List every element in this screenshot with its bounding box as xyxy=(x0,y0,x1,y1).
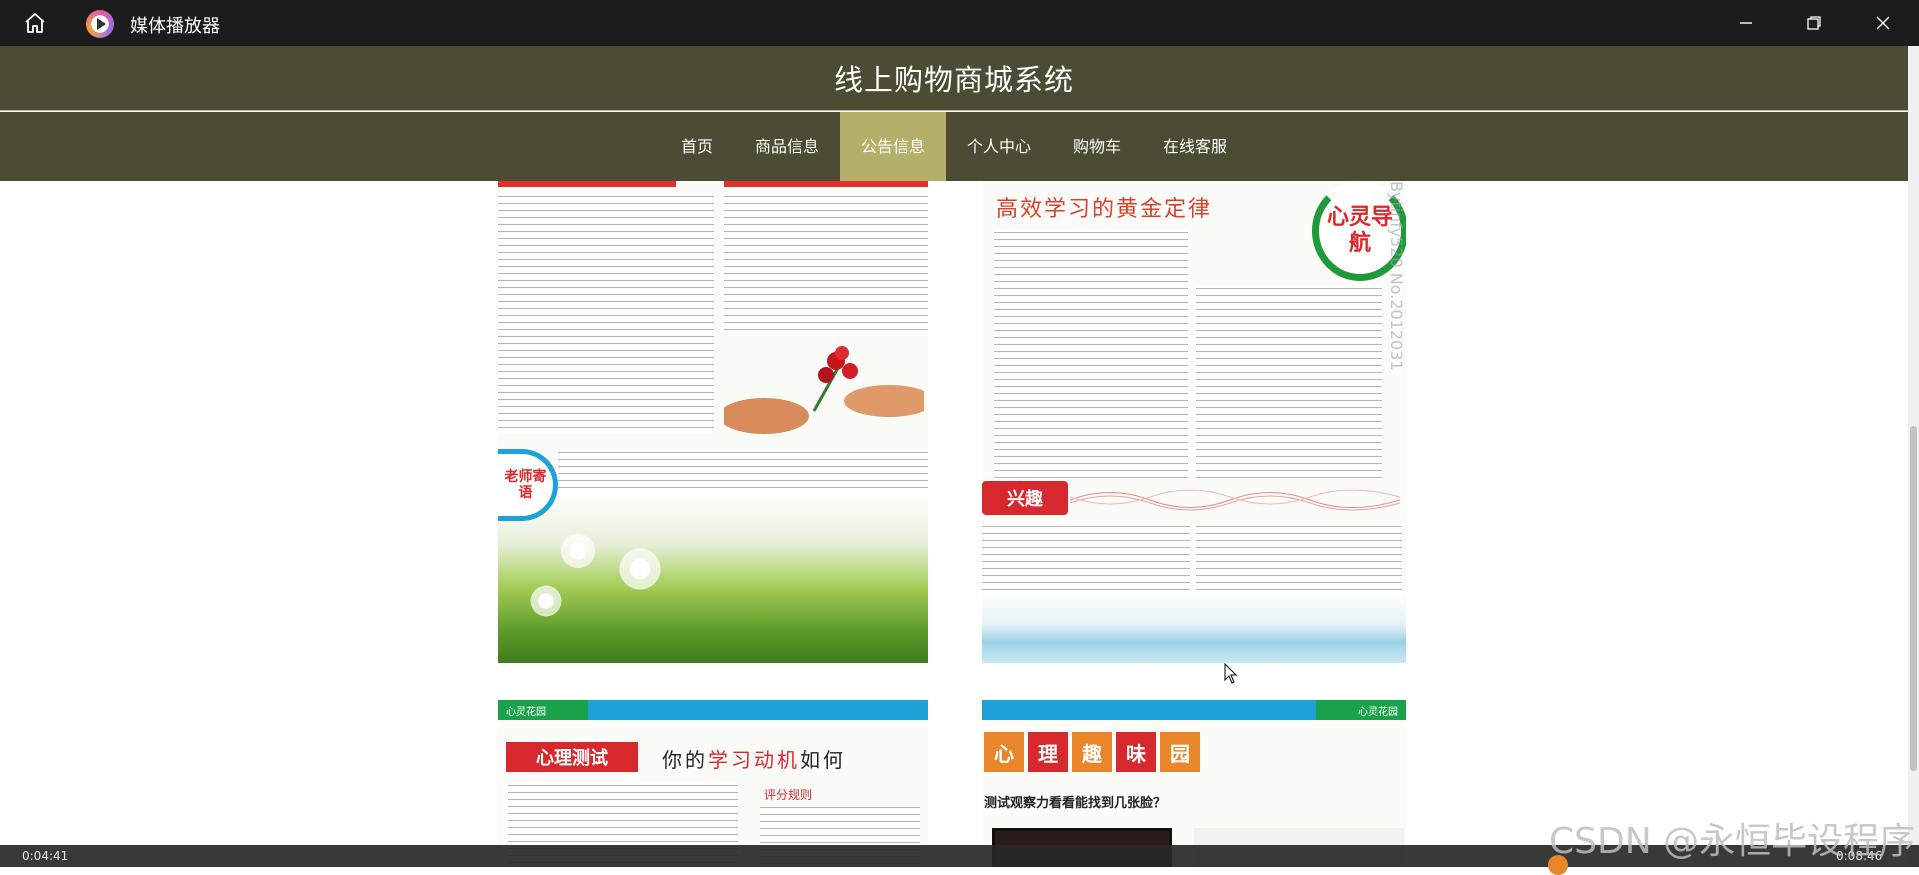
nav-personal-center[interactable]: 个人中心 xyxy=(946,112,1052,181)
minimize-button[interactable] xyxy=(1712,0,1780,46)
restore-icon xyxy=(1807,16,1821,30)
interest-tag: 兴趣 xyxy=(982,481,1068,515)
article-text xyxy=(558,449,928,499)
fun-char: 味 xyxy=(1116,732,1156,772)
close-icon xyxy=(1876,16,1890,30)
section-strip: 心灵花园 xyxy=(498,700,928,720)
main-nav: 首页 商品信息 公告信息 个人中心 购物车 在线客服 xyxy=(0,112,1908,181)
nav-customer-service[interactable]: 在线客服 xyxy=(1142,112,1248,181)
article-text xyxy=(1196,285,1382,479)
fun-char: 心 xyxy=(984,732,1024,772)
site-title: 线上购物商城系统 xyxy=(833,63,1074,97)
fun-char: 趣 xyxy=(1072,732,1112,772)
scoring-rules-label: 评分规则 xyxy=(764,788,813,802)
section-strip: 心灵花园 xyxy=(982,700,1406,720)
wave-decoration xyxy=(1070,489,1400,511)
red-header-bar xyxy=(724,181,928,187)
heading-post: 如何 xyxy=(800,748,846,772)
website-viewport: 线上购物商城系统 首页 商品信息 公告信息 个人中心 购物车 在线客服 xyxy=(0,46,1908,867)
strip-label: 心灵花园 xyxy=(1358,707,1398,718)
dandelion xyxy=(528,583,564,619)
home-button[interactable] xyxy=(20,9,50,37)
newspaper-page-3: 心灵花园 心理测试 你的学习动机如何 评分规则 xyxy=(498,700,928,867)
announcement-content xyxy=(0,181,1908,867)
flower-hands-image xyxy=(724,346,924,434)
grass-image xyxy=(498,493,928,663)
dandelion xyxy=(616,545,664,593)
nav-announcements[interactable]: 公告信息 xyxy=(839,112,946,181)
newspaper-page-4: 心灵花园 心 理 趣 味 园 测试观察力看看能找到几张脸？ xyxy=(982,700,1406,867)
heading-pre: 你的 xyxy=(662,748,708,772)
window-title: 媒体播放器 xyxy=(130,16,220,37)
red-header-bar xyxy=(498,181,676,187)
site-header: 线上购物商城系统 xyxy=(0,46,1908,111)
article-text xyxy=(498,193,714,433)
strip-label: 心灵花园 xyxy=(506,707,546,718)
psych-test-tag: 心理测试 xyxy=(506,742,638,772)
article-text xyxy=(724,193,928,333)
article-text xyxy=(994,229,1188,479)
nav-cart[interactable]: 购物车 xyxy=(1052,112,1142,181)
motivation-heading: 你的学习动机如何 xyxy=(662,744,846,773)
dandelion xyxy=(558,531,598,571)
article-text xyxy=(982,523,1190,593)
media-player-app-icon xyxy=(86,10,114,38)
newspaper-page-1: 老师寄语 xyxy=(498,181,928,663)
fun-char: 理 xyxy=(1028,732,1068,772)
nature-image xyxy=(982,593,1406,663)
nav-home[interactable]: 首页 xyxy=(660,112,734,181)
article-text xyxy=(1196,523,1402,593)
heading-highlight: 学习动机 xyxy=(708,748,800,772)
restore-button[interactable] xyxy=(1780,0,1848,46)
elapsed-time: 0:04:41 xyxy=(22,849,69,863)
fun-garden-title: 心 理 趣 味 园 xyxy=(984,732,1200,772)
vertical-watermark: Bytinfy520 No.2012031 xyxy=(1387,181,1406,371)
newspaper-page-2: 高效学习的黄金定律 心灵导航 Bytinfy520 No.2012031 兴趣 xyxy=(982,181,1406,663)
vertical-scrollbar[interactable] xyxy=(1908,46,1919,867)
article-heading: 高效学习的黄金定律 xyxy=(996,197,1213,222)
observation-test-caption: 测试观察力看看能找到几张脸？ xyxy=(984,796,1167,811)
close-button[interactable] xyxy=(1849,0,1917,46)
mouse-cursor-icon xyxy=(1224,663,1238,684)
csdn-watermark: CSDN @永恒毕设程序 xyxy=(1549,821,1916,862)
nav-products[interactable]: 商品信息 xyxy=(734,112,840,181)
home-icon xyxy=(25,13,45,33)
scrollbar-thumb[interactable] xyxy=(1910,426,1917,771)
minimize-icon xyxy=(1740,22,1752,24)
window-titlebar: 媒体播放器 xyxy=(0,0,1919,46)
fun-char: 园 xyxy=(1160,732,1200,772)
